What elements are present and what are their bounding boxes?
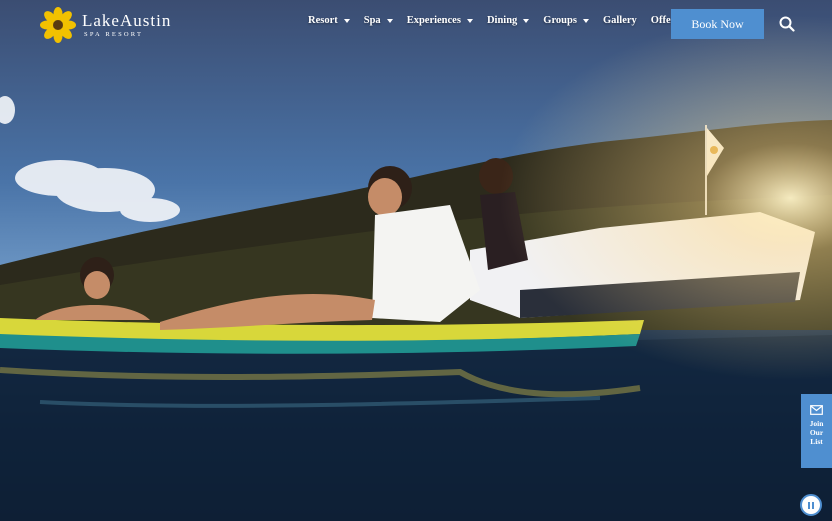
nav-item-experiences[interactable]: Experiences [407, 15, 473, 26]
join-tab-line2: Our [809, 428, 824, 437]
brand-name: LakeAustin [82, 11, 172, 30]
hero-image [0, 0, 832, 521]
chevron-down-icon [523, 18, 530, 23]
logo[interactable]: LakeAustin SPA RESORT [40, 7, 200, 43]
main-nav: Resort Spa Experiences Dining Groups Gal… [308, 15, 693, 26]
book-now-button[interactable]: Book Now [671, 9, 764, 39]
search-icon[interactable] [779, 16, 795, 32]
nav-item-spa[interactable]: Spa [364, 15, 393, 26]
join-our-list-tab[interactable]: Join Our List [801, 394, 832, 468]
pause-icon [812, 501, 814, 509]
chevron-down-icon [343, 18, 350, 23]
pause-icon [808, 501, 810, 509]
chevron-down-icon [386, 18, 393, 23]
site-header: LakeAustin SPA RESORT Resort Spa Experie… [0, 0, 832, 50]
mail-icon [810, 405, 823, 415]
flower-icon [40, 7, 76, 43]
chevron-down-icon [466, 18, 473, 23]
nav-item-dining[interactable]: Dining [487, 15, 530, 26]
brand-subtitle: SPA RESORT [84, 31, 144, 38]
nav-item-resort[interactable]: Resort [308, 15, 350, 26]
join-tab-line1: Join [809, 419, 824, 428]
video-pause-button[interactable] [800, 494, 822, 516]
chevron-down-icon [582, 18, 589, 23]
nav-item-groups[interactable]: Groups [543, 15, 589, 26]
nav-item-gallery[interactable]: Gallery [603, 15, 637, 26]
join-tab-line3: List [810, 437, 823, 446]
